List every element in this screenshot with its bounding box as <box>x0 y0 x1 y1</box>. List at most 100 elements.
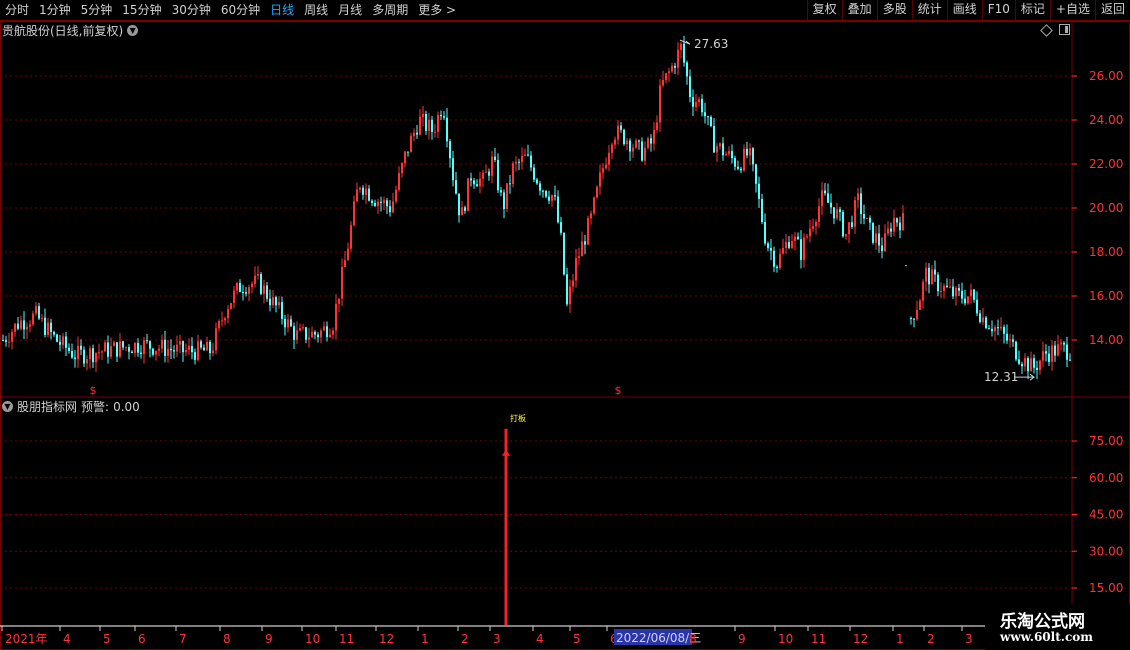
candle-body <box>785 242 787 248</box>
candle-body <box>23 320 25 330</box>
candle-body <box>422 113 424 117</box>
candle-body <box>338 298 340 304</box>
candle-body <box>53 331 55 335</box>
candle-body <box>278 302 280 306</box>
candle-body <box>107 342 109 357</box>
period-tab-1min[interactable]: 1分钟 <box>34 0 76 20</box>
candle-body <box>164 339 166 356</box>
candle-body <box>179 341 181 345</box>
candle-body <box>916 309 918 320</box>
candle-body <box>1024 358 1026 367</box>
candle-body <box>380 201 382 203</box>
mark-button[interactable]: 标记 <box>1014 0 1050 20</box>
candle-body <box>686 62 688 77</box>
back-button[interactable]: 返回 <box>1094 0 1130 20</box>
x-tick-label: 2021年 <box>5 632 48 646</box>
candle-body <box>740 168 742 171</box>
candle-body <box>716 146 718 153</box>
x-tick-label: 11 <box>811 632 826 646</box>
candle-body <box>365 188 367 195</box>
candle-body <box>728 151 730 155</box>
candle-body <box>173 350 175 352</box>
period-tab-5min[interactable]: 5分钟 <box>76 0 118 20</box>
period-tab-60min[interactable]: 60分钟 <box>216 0 265 20</box>
period-tab-multi[interactable]: 多周期 <box>367 0 413 20</box>
candle-body <box>587 218 589 245</box>
draw-line-button[interactable]: 画线 <box>946 0 982 20</box>
candle-body <box>671 65 673 72</box>
stock-title-text: 贵航股份(日线,前复权) <box>2 24 124 38</box>
candle-body <box>215 328 217 351</box>
statistics-button[interactable]: 统计 <box>911 0 947 20</box>
candle-body <box>161 339 163 349</box>
candle-body <box>647 138 649 148</box>
period-tab-monthly[interactable]: 月线 <box>333 0 367 20</box>
candle-body <box>632 147 634 152</box>
candle-body <box>95 353 97 363</box>
candle-body <box>767 243 769 248</box>
candle-body <box>863 214 865 219</box>
candle-body <box>722 143 724 156</box>
candle-body <box>752 148 754 165</box>
candle-body <box>299 328 301 331</box>
candle-body <box>26 326 28 330</box>
candle-body <box>479 178 481 187</box>
candle-body <box>377 201 379 206</box>
x-tick-label: 5 <box>103 632 111 646</box>
period-tab-15min[interactable]: 15分钟 <box>117 0 166 20</box>
candle-body <box>140 352 142 355</box>
candle-body <box>410 135 412 153</box>
period-tab-weekly[interactable]: 周线 <box>299 0 333 20</box>
candle-body <box>230 303 232 310</box>
candle-body <box>332 330 334 335</box>
candle-body <box>29 324 31 327</box>
candle-body <box>979 313 981 323</box>
candle-body <box>1039 360 1041 370</box>
candle-body <box>77 345 79 360</box>
candle-body <box>239 282 241 292</box>
candle-body <box>704 112 706 117</box>
candle-body <box>263 285 265 294</box>
candle-body <box>629 140 631 152</box>
panel-toggle-icon[interactable] <box>1059 24 1070 35</box>
candle-body <box>326 326 328 338</box>
chevron-down-icon[interactable]: ▼ <box>2 401 13 412</box>
candle-body <box>566 274 568 305</box>
period-tab-daily[interactable]: 日线 <box>265 0 299 20</box>
candle-body <box>905 265 907 267</box>
multi-stock-button[interactable]: 多股 <box>876 0 912 20</box>
candle-body <box>967 296 969 304</box>
candle-body <box>991 328 993 332</box>
candle-body <box>116 342 118 357</box>
candle-body <box>137 342 139 353</box>
candle-body <box>1054 345 1056 356</box>
period-tab-more[interactable]: 更多 > <box>413 0 461 20</box>
candle-body <box>961 290 963 299</box>
overlay-button[interactable]: 叠加 <box>841 0 877 20</box>
add-watchlist-button[interactable]: +自选 <box>1049 0 1095 20</box>
candle-body <box>1066 344 1068 360</box>
candle-body <box>922 281 924 301</box>
chart-frame <box>0 21 1130 650</box>
candle-body <box>506 183 508 209</box>
high-price-label: 27.63 <box>694 37 728 51</box>
candle-body <box>260 274 262 294</box>
candle-body <box>284 318 286 328</box>
candle-body <box>701 99 703 113</box>
candle-body <box>626 140 628 145</box>
chevron-down-icon[interactable]: ▼ <box>127 25 139 36</box>
kline-chart[interactable]: 27.6312.31$ $ 打板 26.0024.0022.0020.0018.0… <box>0 21 1130 650</box>
candle-body <box>536 179 538 184</box>
diamond-icon[interactable] <box>1040 24 1053 37</box>
candle-body <box>368 188 370 201</box>
grid-lines <box>0 21 1130 650</box>
candle-body <box>851 222 853 227</box>
warning-label: 预警: <box>81 400 110 414</box>
candle-body <box>848 222 850 235</box>
candle-body <box>593 197 595 214</box>
candle-body <box>949 286 951 288</box>
f10-button[interactable]: F10 <box>981 0 1015 20</box>
period-tab-intraday[interactable]: 分时 <box>0 0 34 20</box>
period-tab-30min[interactable]: 30分钟 <box>167 0 216 20</box>
adjust-button[interactable]: 复权 <box>806 0 842 20</box>
